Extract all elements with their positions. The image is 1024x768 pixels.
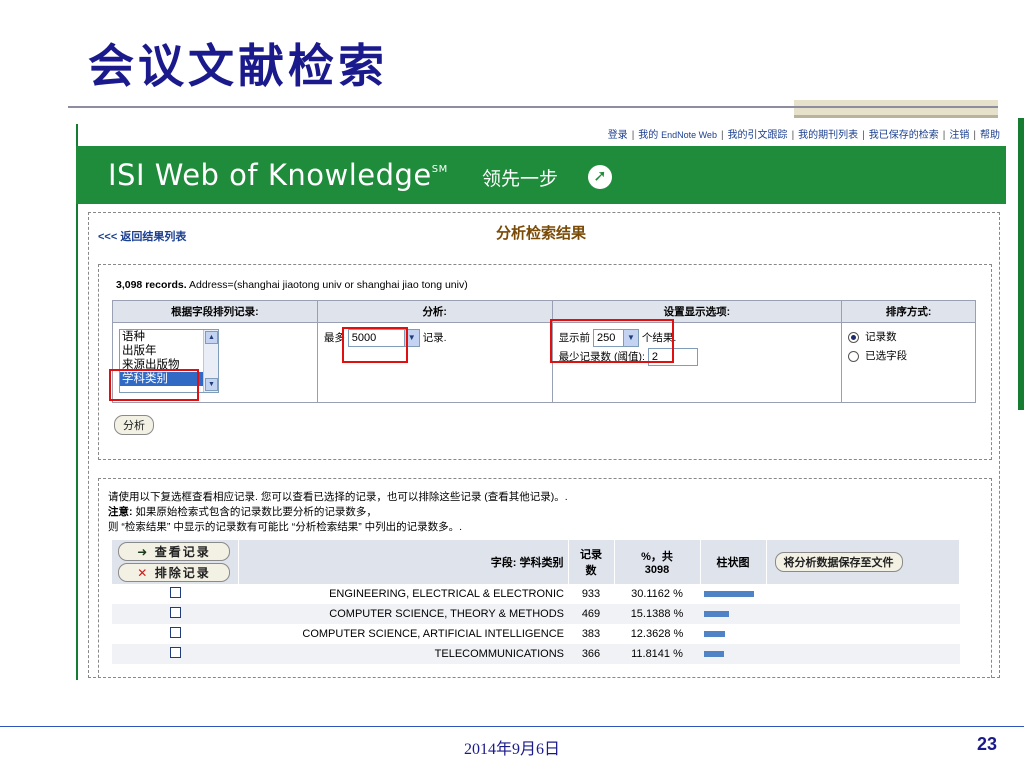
row-checkbox[interactable] [169, 627, 181, 638]
highlight-analyze-box [342, 327, 408, 363]
record-percent: 15.1388 % [614, 604, 700, 624]
arrow-right-icon: ➜ [137, 545, 150, 559]
page-heading: 分析检索结果 [496, 224, 587, 242]
row-checkbox[interactable] [169, 647, 181, 658]
analyze-button[interactable]: 分析 [114, 415, 154, 435]
row-checkbox[interactable] [169, 607, 181, 618]
subject-category: COMPUTER SCIENCE, ARTIFICIAL INTELLIGENC… [302, 628, 564, 640]
arrow-circle-icon[interactable]: ➚ [588, 165, 612, 189]
subject-category: ENGINEERING, ELECTRICAL & ELECTRONIC [329, 588, 564, 600]
citation-tracker-link[interactable]: 我的引文跟踪 [728, 130, 788, 141]
table-row: COMPUTER SCIENCE, ARTIFICIAL INTELLIGENC… [112, 624, 960, 644]
record-percent: 11.8141 % [614, 644, 700, 664]
radio-selected-icon [848, 331, 860, 343]
bar-mark [704, 611, 729, 618]
instructions: 请使用以下复选框查看相应记录. 您可以查看已选择的记录，也可以排除这些记录 (查… [108, 491, 568, 533]
col-header-sort: 排序方式: [841, 300, 976, 323]
sort-option-field[interactable]: 已选字段 [848, 348, 969, 363]
my-endnote-link[interactable]: 我的 EndNote Web [638, 130, 717, 141]
record-count: 469 [568, 604, 614, 624]
radio-icon [848, 350, 860, 362]
results-table: ➜ 查看记录 ✕ 排除记录 字段: 学科类别 记录数 %，共 3098 柱状图 将… [112, 540, 960, 664]
top-links: 登录 | 我的 EndNote Web | 我的引文跟踪 | 我的期刊列表 | 我已保存的检索 |… [456, 125, 1006, 147]
record-percent: 30.1162 % [631, 588, 683, 600]
col-header-count: 记录数 [568, 540, 615, 584]
record-count: 933 [581, 588, 601, 600]
col-header-subject: 字段: 学科类别 [238, 540, 569, 584]
back-to-results-link[interactable]: <<< 返回结果列表 [98, 228, 186, 244]
footer-date: 2014年9月6日 [463, 741, 560, 758]
subject-category: TELECOMMUNICATIONS [238, 644, 568, 664]
close-icon: ✕ [137, 566, 150, 580]
records-summary: 3,098 records. Address=(shanghai jiaoton… [116, 279, 468, 291]
scroll-down-icon[interactable]: ▼ [205, 378, 218, 391]
save-analysis-button[interactable]: 将分析数据保存至文件 [774, 552, 903, 572]
listbox-scrollbar[interactable]: ▲ ▼ [203, 330, 218, 392]
decorative-bar [794, 100, 998, 118]
row-checkbox[interactable] [169, 587, 181, 598]
highlight-field-box [109, 369, 199, 401]
bar-mark [704, 591, 754, 598]
col-header-field: 根据字段排列记录: [112, 300, 318, 323]
help-link[interactable]: 帮助 [980, 130, 1000, 141]
sort-option-count[interactable]: 记录数 [848, 329, 969, 344]
screenshot-frame: 登录 | 我的 EndNote Web | 我的引文跟踪 | 我的期刊列表 | 我已保存的检索 |… [76, 124, 1006, 680]
logout-link[interactable]: 注销 [949, 130, 969, 141]
table-row: COMPUTER SCIENCE, THEORY & METHODS 469 15.… [112, 604, 960, 624]
saved-searches-link[interactable]: 我已保存的检索 [869, 130, 939, 141]
record-count: 383 [581, 628, 601, 640]
view-records-button[interactable]: ➜ 查看记录 [118, 542, 230, 561]
subject-category: COMPUTER SCIENCE, THEORY & METHODS [238, 604, 568, 624]
brand-logo[interactable]: ISI Web of KnowledgeSM [108, 158, 448, 192]
exclude-records-button[interactable]: ✕ 排除记录 [118, 563, 230, 582]
table-row: ENGINEERING, ELECTRICAL & ELECTRONIC 933 3… [112, 584, 960, 604]
col-header-percent: %，共 3098 [614, 540, 701, 584]
record-count: 366 [568, 644, 614, 664]
banner: ISI Web of KnowledgeSM 领先一步 ➚ [76, 146, 1006, 204]
journal-list-link[interactable]: 我的期刊列表 [798, 130, 858, 141]
title-divider [68, 106, 998, 108]
record-percent: 12.3628 % [630, 628, 684, 640]
login-link[interactable]: 登录 [608, 130, 628, 141]
bar-mark [704, 651, 724, 658]
table-row: TELECOMMUNICATIONS 366 11.8141 % [112, 644, 960, 664]
footer-divider [0, 726, 1024, 727]
bar-mark [704, 631, 725, 638]
page-number: 23 [976, 734, 997, 754]
slide-title: 会议文献检索 [88, 39, 388, 93]
scroll-up-icon[interactable]: ▲ [205, 331, 218, 344]
analysis-table: 根据字段排列记录: 分析: 设置显示选项: 排序方式: 语种 出版年 来源出版物… [112, 300, 976, 403]
slogan: 领先一步 [482, 168, 559, 190]
right-accent-bar [1018, 118, 1024, 410]
highlight-display-box [550, 319, 674, 363]
col-header-analyze: 分析: [316, 300, 553, 323]
col-header-bar: 柱状图 [700, 540, 767, 584]
